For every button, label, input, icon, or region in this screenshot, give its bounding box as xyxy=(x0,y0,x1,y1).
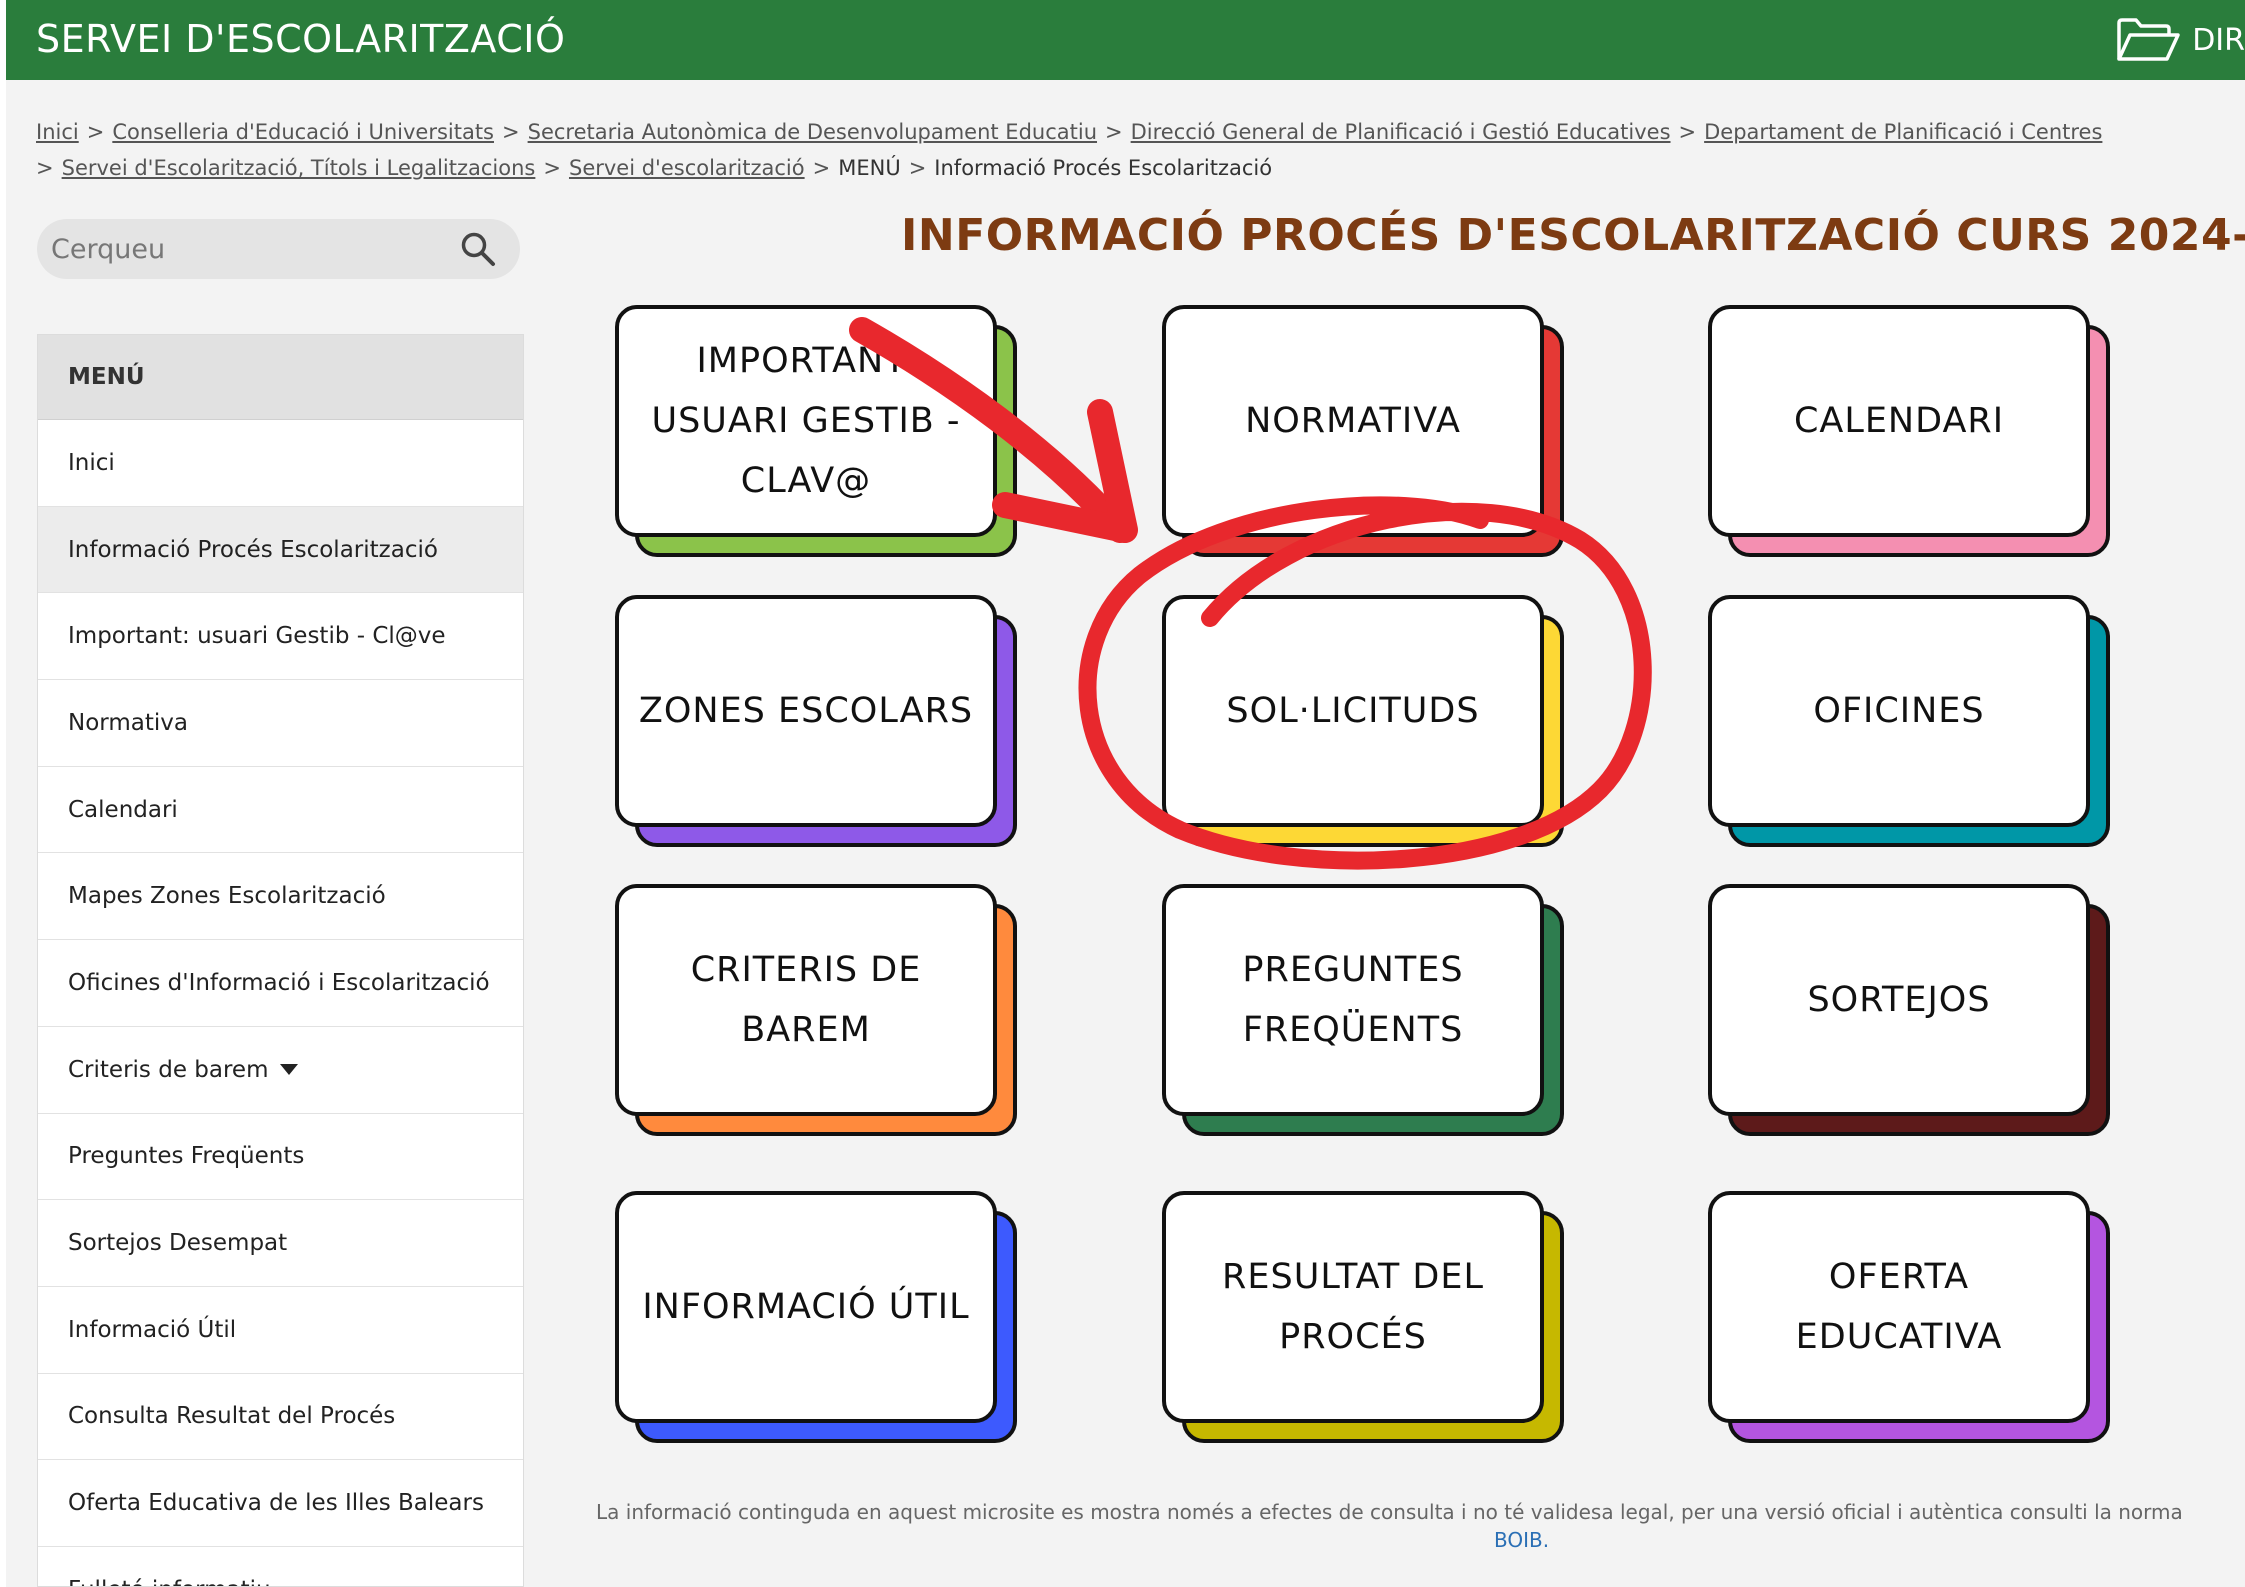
breadcrumb-separator: > xyxy=(1678,120,1697,144)
sidebar-item-label: Normativa xyxy=(68,709,188,736)
card-calendari[interactable]: CALENDARI xyxy=(1708,305,2110,557)
sidebar-item-consulta-resultat[interactable]: Consulta Resultat del Procés xyxy=(38,1373,523,1461)
directory-link-label: DIR xyxy=(2192,22,2245,58)
site-title[interactable]: SERVEI D'ESCOLARITZACIÓ xyxy=(36,17,565,61)
sidebar-heading: MENÚ xyxy=(38,335,523,420)
sidebar-item-important-gestib[interactable]: Important: usuari Gestib - Cl@ve xyxy=(38,593,523,681)
sidebar-item-label: Oficines d'Informació i Escolarització xyxy=(68,969,490,996)
card-oficines[interactable]: OFICINES xyxy=(1708,595,2110,847)
card-sol-licituds[interactable]: SOL·LICITUDS xyxy=(1162,595,1564,847)
breadcrumb-item-current: Informació Procés Escolarització xyxy=(934,156,1273,180)
sidebar-item-inici[interactable]: Inici xyxy=(38,420,523,507)
breadcrumb-separator: > xyxy=(502,120,520,144)
boib-link[interactable]: BOIB. xyxy=(1494,1528,1549,1552)
sidebar-item-label: Oferta Educativa de les Illes Balears xyxy=(68,1490,484,1517)
breadcrumb-item-departament[interactable]: Departament de Planificació i Centres xyxy=(1704,120,2102,144)
header-bar: SERVEI D'ESCOLARITZACIÓ DIR xyxy=(6,0,2245,80)
sidebar-item-informacio-util[interactable]: Informació Útil xyxy=(38,1286,523,1374)
sidebar-item-label: Sortejos Desempat xyxy=(68,1230,288,1257)
breadcrumb-separator: > xyxy=(812,156,831,180)
sidebar-item-label: Criteris de barem xyxy=(68,1056,269,1083)
sidebar-item-fulleto[interactable]: Fulletó informatiu xyxy=(38,1546,523,1586)
sidebar-item-label: Calendari xyxy=(68,796,178,823)
card-label: PREGUNTES FREQÜENTS xyxy=(1162,884,1544,1116)
card-label: NORMATIVA xyxy=(1162,305,1544,537)
breadcrumb-item-conselleria[interactable]: Conselleria d'Educació i Universitats xyxy=(112,120,494,144)
sidebar-item-label: Mapes Zones Escolarització xyxy=(68,883,386,910)
breadcrumb-separator: > xyxy=(1105,120,1123,144)
card-label: CALENDARI xyxy=(1708,305,2090,537)
sidebar-item-oficines[interactable]: Oficines d'Informació i Escolarització xyxy=(38,940,523,1027)
sidebar-item-label: Fulletó informatiu xyxy=(68,1577,271,1586)
sidebar-item-label: Preguntes Freqüents xyxy=(68,1143,305,1170)
sidebar-item-normativa[interactable]: Normativa xyxy=(38,680,523,767)
sidebar-item-preguntes[interactable]: Preguntes Freqüents xyxy=(38,1113,523,1201)
card-zones-escolars[interactable]: ZONES ESCOLARS xyxy=(615,595,1017,847)
sidebar-item-informacio-proces[interactable]: Informació Procés Escolarització xyxy=(38,506,523,594)
card-label: CRITERIS DE BAREM xyxy=(615,884,997,1116)
page: SERVEI D'ESCOLARITZACIÓ DIR Inici > Consel… xyxy=(6,0,2245,1587)
directory-link[interactable]: DIR xyxy=(2116,14,2245,66)
card-normativa[interactable]: NORMATIVA xyxy=(1162,305,1564,557)
folder-open-icon xyxy=(2117,18,2180,61)
breadcrumb-item-direccio-general[interactable]: Direcció General de Planificació i Gesti… xyxy=(1131,120,1671,144)
breadcrumb-item-menu: MENÚ xyxy=(838,156,901,180)
breadcrumb-item-inici[interactable]: Inici xyxy=(36,120,79,144)
card-preguntes-frequents[interactable]: PREGUNTES FREQÜENTS xyxy=(1162,884,1564,1136)
search-icon[interactable] xyxy=(460,231,496,267)
breadcrumb: Inici > Conselleria d'Educació i Universit… xyxy=(36,114,2236,186)
card-resultat-proces[interactable]: RESULTAT DEL PROCÉS xyxy=(1162,1191,1564,1443)
sidebar-item-sortejos[interactable]: Sortejos Desempat xyxy=(38,1200,523,1287)
sidebar-item-label: Inici xyxy=(68,449,115,476)
card-criteris-barem[interactable]: CRITERIS DE BAREM xyxy=(615,884,1017,1136)
card-label: OFICINES xyxy=(1708,595,2090,827)
card-label: OFERTA EDUCATIVA xyxy=(1708,1191,2090,1423)
card-label: SOL·LICITUDS xyxy=(1162,595,1544,827)
card-label: RESULTAT DEL PROCÉS xyxy=(1162,1191,1544,1423)
breadcrumb-separator: > xyxy=(908,156,927,180)
breadcrumb-separator: > xyxy=(86,120,105,144)
breadcrumb-separator: > xyxy=(543,156,561,180)
sidebar-item-label: Informació Útil xyxy=(68,1316,237,1343)
card-label: INFORMACIÓ ÚTIL xyxy=(615,1191,997,1423)
breadcrumb-item-servei-escolaritzacio[interactable]: Servei d'escolarització xyxy=(569,156,805,180)
card-informacio-util[interactable]: INFORMACIÓ ÚTIL xyxy=(615,1191,1017,1443)
caret-down-icon[interactable] xyxy=(280,1064,299,1076)
sidebar-item-label: Consulta Resultat del Procés xyxy=(68,1403,396,1430)
card-label: SORTEJOS xyxy=(1708,884,2090,1116)
card-label: IMPORTANT: USUARI GESTIB - CLAV@ xyxy=(615,305,997,537)
page-title: INFORMACIÓ PROCÉS D'ESCOLARITZACIÓ CURS … xyxy=(901,210,2245,261)
search-box xyxy=(37,219,520,279)
breadcrumb-item-secretaria[interactable]: Secretaria Autonòmica de Desenvolupament… xyxy=(528,120,1097,144)
sidebar-item-oferta-educativa[interactable]: Oferta Educativa de les Illes Balears xyxy=(38,1460,523,1547)
breadcrumb-separator: > xyxy=(36,156,54,180)
card-sortejos[interactable]: SORTEJOS xyxy=(1708,884,2110,1136)
search-input[interactable] xyxy=(51,227,451,271)
sidebar-item-label: Informació Procés Escolarització xyxy=(68,536,438,563)
sidebar-menu: MENÚ Inici Informació Procés Escolaritza… xyxy=(37,334,524,1587)
legal-disclaimer: La informació continguda en aquest micro… xyxy=(596,1500,2183,1524)
card-important-gestib[interactable]: IMPORTANT: USUARI GESTIB - CLAV@ xyxy=(615,305,1017,557)
sidebar-item-criteris-barem[interactable]: Criteris de barem xyxy=(38,1026,523,1114)
sidebar-item-label: Important: usuari Gestib - Cl@ve xyxy=(68,623,446,650)
card-label: ZONES ESCOLARS xyxy=(615,595,997,827)
sidebar-item-mapes-zones[interactable]: Mapes Zones Escolarització xyxy=(38,853,523,941)
card-oferta-educativa[interactable]: OFERTA EDUCATIVA xyxy=(1708,1191,2110,1443)
breadcrumb-item-servei-titols[interactable]: Servei d'Escolarització, Títols i Legali… xyxy=(62,156,536,180)
sidebar-item-calendari[interactable]: Calendari xyxy=(38,766,523,854)
